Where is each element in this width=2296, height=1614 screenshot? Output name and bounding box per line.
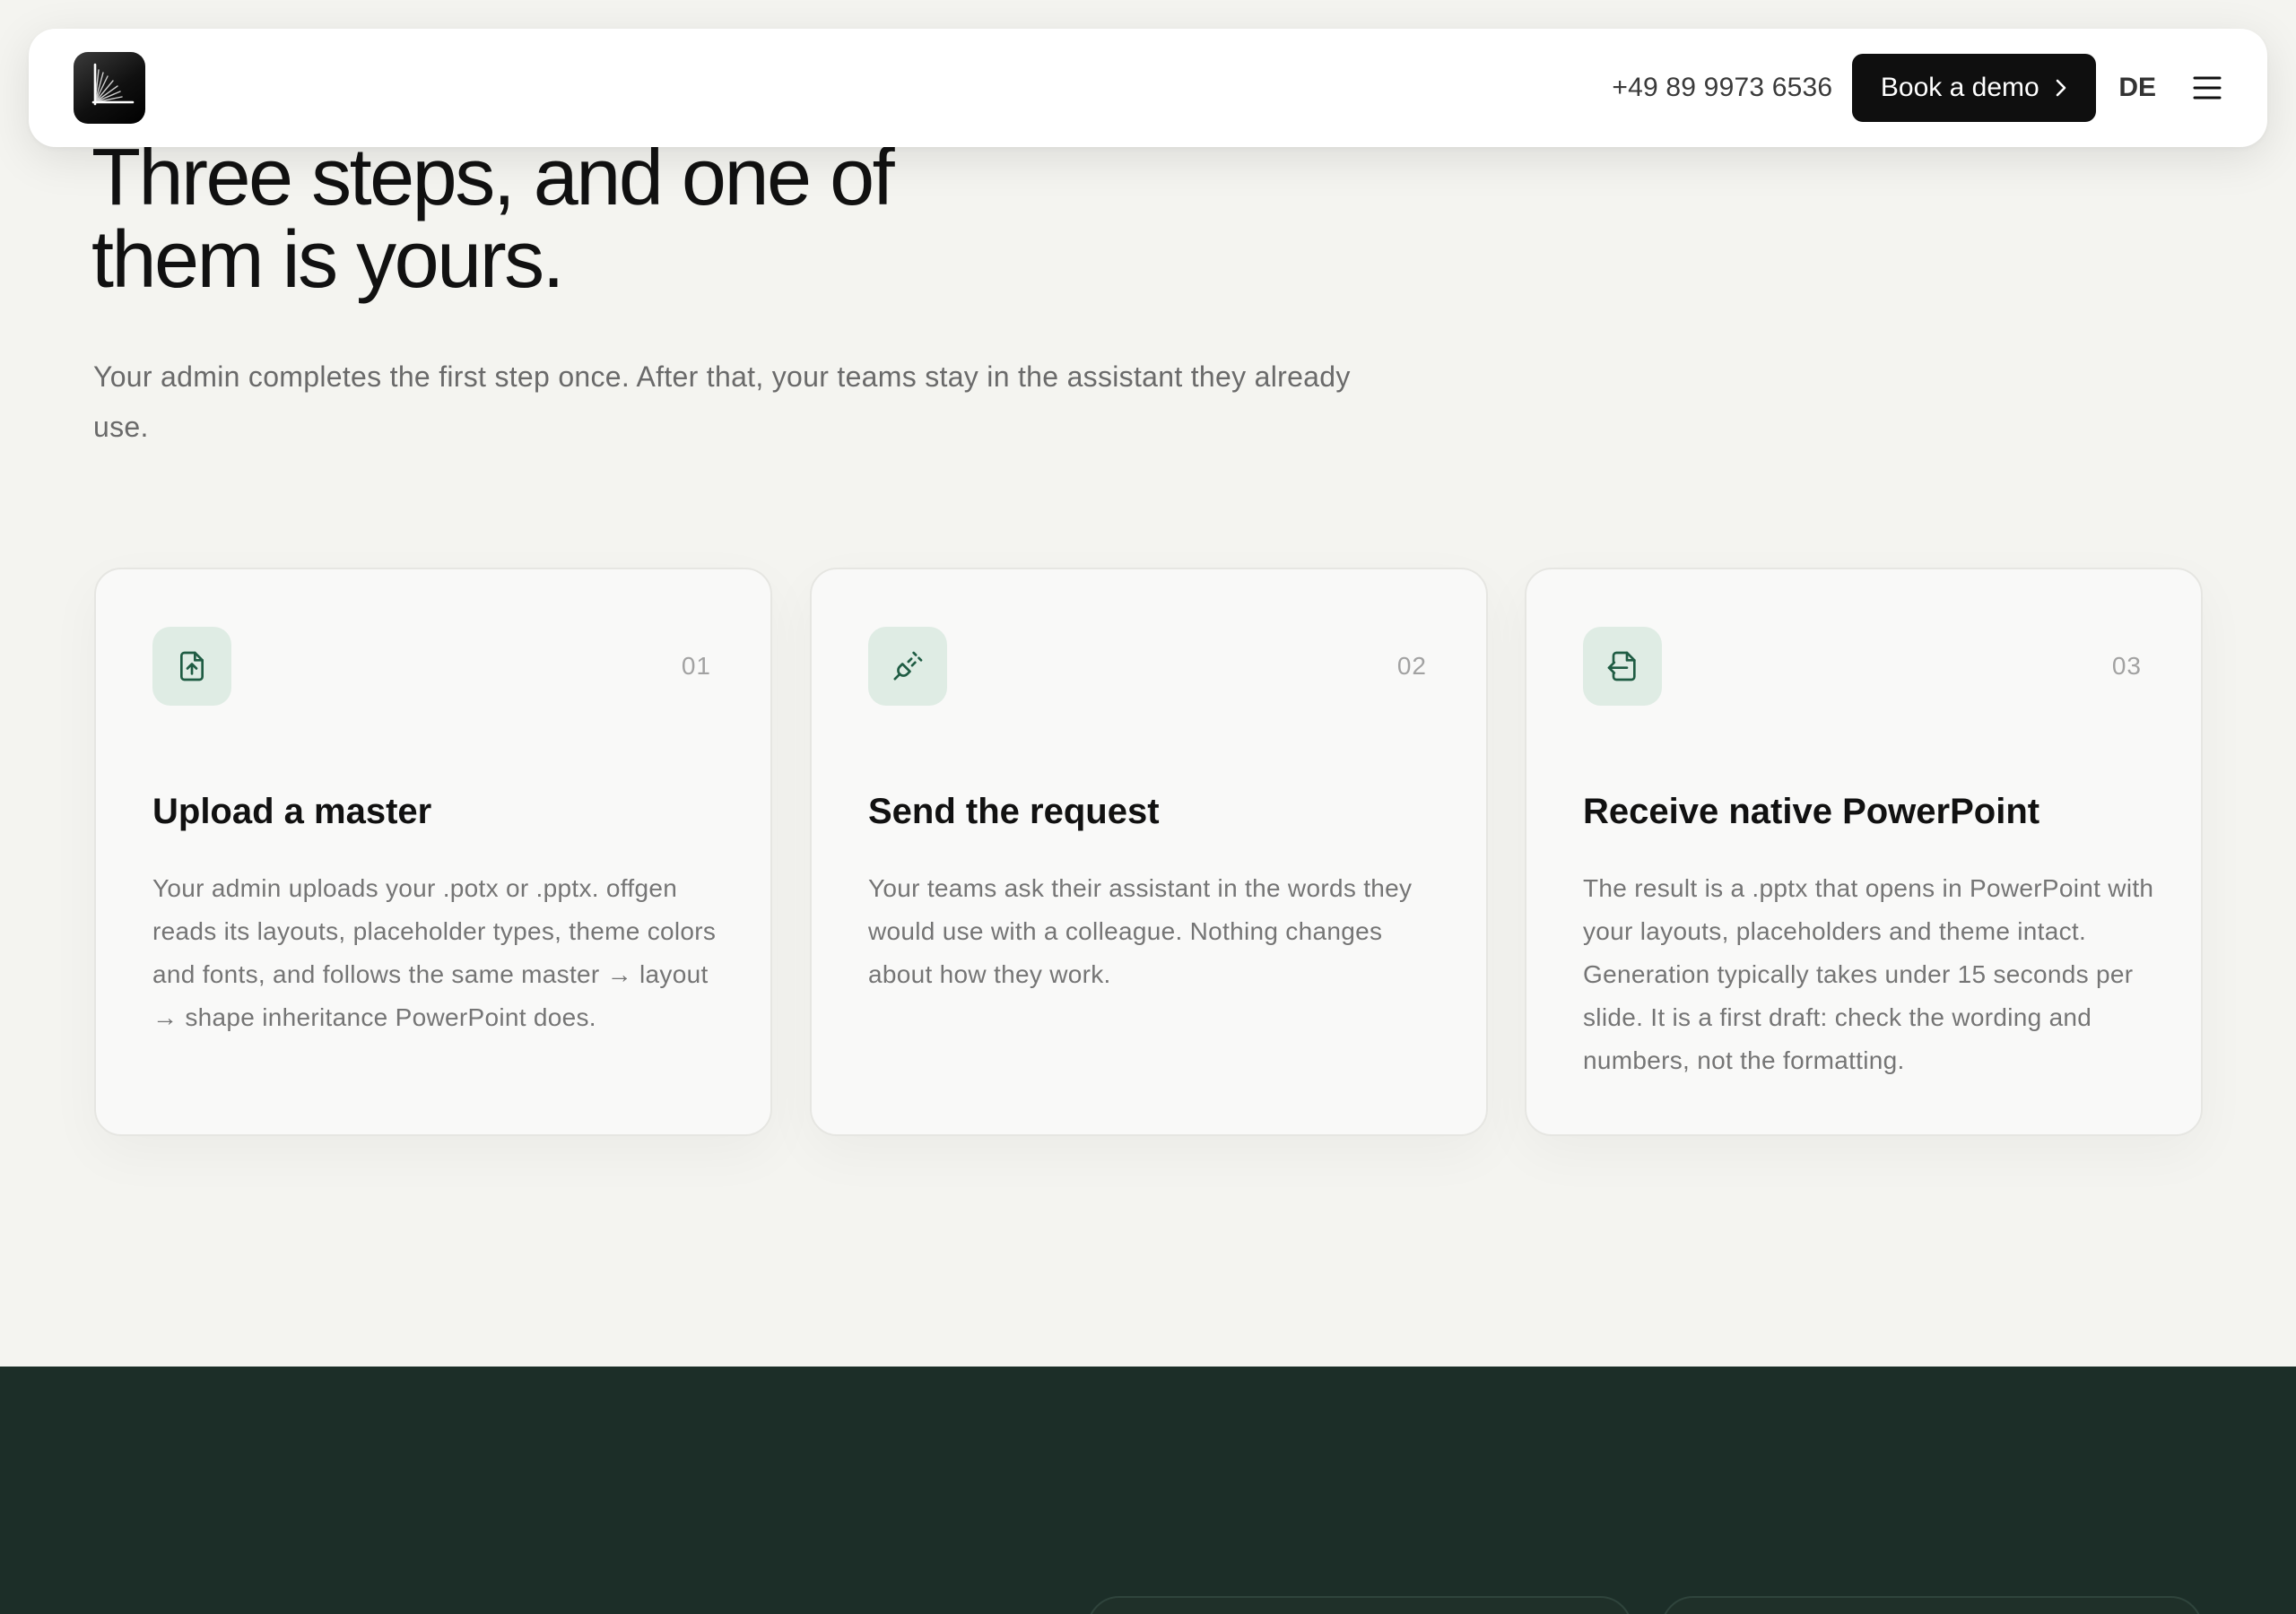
step-icon-tile — [868, 627, 947, 706]
top-navbar: +49 89 9973 6536 Book a demo DE — [29, 29, 2267, 147]
plug-connect-icon — [893, 651, 923, 681]
hamburger-menu-icon — [2193, 76, 2222, 100]
menu-button[interactable] — [2192, 74, 2222, 101]
step-title: Receive native PowerPoint — [1583, 792, 2040, 831]
brand-logo[interactable] — [74, 52, 145, 124]
step-title: Send the request — [868, 792, 1160, 831]
step-description: The result is a .pptx that opens in Powe… — [1583, 874, 2154, 1074]
step-card-receive: 03 Receive native PowerPoint The result … — [1525, 568, 2203, 1136]
step-description: Your teams ask their assistant in the wo… — [868, 874, 1413, 988]
step-card-request: 02 Send the request Your teams ask their… — [810, 568, 1488, 1136]
dark-card-left — [1087, 1596, 1632, 1614]
section-subtitle: Your admin completes the first step once… — [93, 360, 1351, 443]
phone-link[interactable]: +49 89 9973 6536 — [1612, 73, 1832, 103]
file-upload-icon — [180, 651, 204, 681]
step-description: Your admin uploads your .potx or .pptx. … — [152, 874, 717, 1031]
step-number: 01 — [681, 652, 711, 680]
language-toggle[interactable]: DE — [2118, 73, 2156, 103]
section-title: Three steps, and one of them is yours. — [91, 133, 895, 305]
book-demo-label: Book a demo — [1880, 73, 2039, 102]
book-demo-button[interactable]: Book a demo — [1852, 54, 2097, 122]
chevron-right-icon — [2056, 79, 2066, 97]
step-number: 02 — [1396, 652, 1427, 680]
file-import-icon — [1607, 651, 1636, 681]
nav-actions: +49 89 9973 6536 Book a demo DE — [1612, 54, 2222, 122]
dark-card-right — [1661, 1596, 2203, 1614]
logo-burst-icon — [91, 63, 135, 106]
step-number: 03 — [2111, 652, 2142, 680]
step-icon-tile — [1583, 627, 1662, 706]
step-title: Upload a master — [152, 792, 432, 831]
step-card-upload: 01 Upload a master Your admin uploads yo… — [94, 568, 772, 1136]
next-section-dark — [0, 1367, 2296, 1614]
step-icon-tile — [152, 627, 231, 706]
